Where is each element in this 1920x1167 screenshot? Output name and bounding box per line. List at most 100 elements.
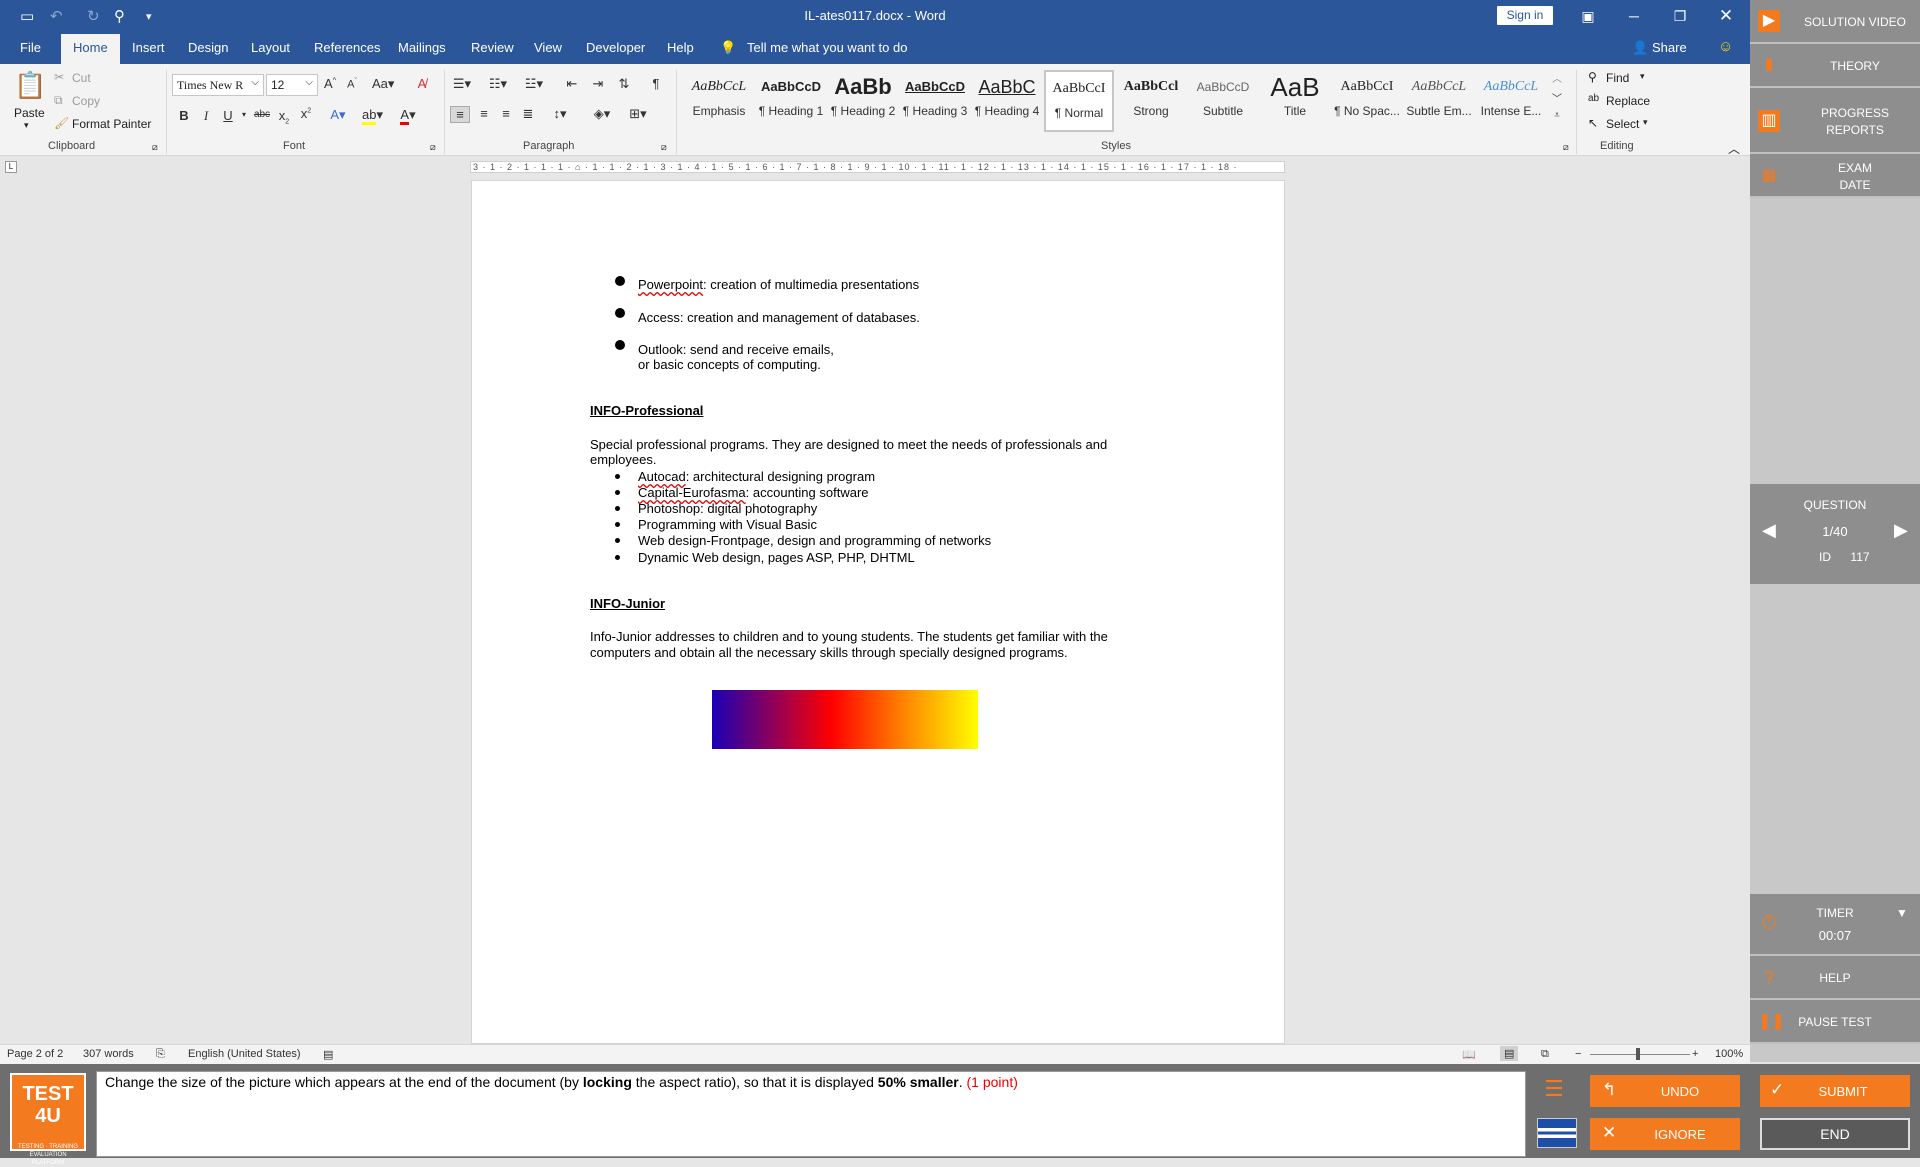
increase-indent-icon[interactable]: ⇥ xyxy=(588,76,608,92)
tab-help[interactable]: Help xyxy=(667,40,694,55)
exam-date-button[interactable]: ▦ EXAM DATE xyxy=(1750,154,1920,198)
language-indicator[interactable]: English (United States) xyxy=(188,1048,301,1060)
align-right-button[interactable]: ≡ xyxy=(496,106,516,121)
page-indicator[interactable]: Page 2 of 2 xyxy=(7,1048,63,1060)
gradient-picture[interactable] xyxy=(712,690,978,749)
tab-references[interactable]: References xyxy=(314,40,380,55)
borders-icon[interactable]: ⊞▾ xyxy=(628,106,648,122)
progress-reports-button[interactable]: ▥ PROGRESS REPORTS xyxy=(1750,88,1920,154)
tab-design[interactable]: Design xyxy=(188,40,228,55)
style-heading-4[interactable]: AaBbC ¶ Heading 4 xyxy=(972,70,1042,132)
line-spacing-icon[interactable]: ↕▾ xyxy=(550,106,570,122)
align-center-button[interactable]: ≡ xyxy=(474,106,494,121)
clipboard-launcher-icon[interactable]: ⧄ xyxy=(152,142,158,153)
theory-button[interactable]: ▮ THEORY xyxy=(1750,44,1920,88)
chevron-down-icon[interactable]: ⌵ xyxy=(251,77,259,88)
share-button[interactable]: Share xyxy=(1652,40,1687,55)
italic-button[interactable]: I xyxy=(196,108,216,124)
shrink-font-icon[interactable]: Aˇ xyxy=(342,78,362,91)
copy-button[interactable]: Copy xyxy=(72,94,100,108)
ribbon-display-icon[interactable]: ▣ xyxy=(1573,4,1603,28)
submit-button[interactable]: ✓ SUBMIT xyxy=(1760,1075,1910,1107)
bullets-icon[interactable]: ☰▾ xyxy=(452,76,472,92)
select-button[interactable]: Select xyxy=(1606,117,1639,131)
change-case-icon[interactable]: Aa▾ xyxy=(372,76,394,92)
strikethrough-button[interactable]: abc xyxy=(252,109,272,120)
zoom-slider[interactable] xyxy=(1590,1054,1690,1055)
superscript-button[interactable]: x2 xyxy=(296,106,316,121)
sign-in-button[interactable]: Sign in xyxy=(1497,6,1553,25)
undo-button[interactable]: ↰ UNDO xyxy=(1590,1075,1740,1107)
paste-dropdown-icon[interactable]: ▾ xyxy=(24,120,29,131)
styles-more-icon[interactable]: ⩡ xyxy=(1547,110,1567,121)
ignore-button[interactable]: ✕ IGNORE xyxy=(1590,1118,1740,1150)
text-effects-icon[interactable]: A▾ xyxy=(328,107,348,123)
next-question-icon[interactable]: ▶ xyxy=(1894,520,1908,541)
tab-layout[interactable]: Layout xyxy=(251,40,290,55)
tell-me-input[interactable]: Tell me what you want to do xyxy=(747,40,907,55)
style-subtitle[interactable]: AaBbCcD Subtitle xyxy=(1188,70,1258,132)
web-layout-icon[interactable]: ⧉ xyxy=(1541,1048,1549,1061)
decrease-indent-icon[interactable]: ⇤ xyxy=(562,76,582,92)
chevron-down-icon[interactable]: ⌵ xyxy=(305,77,313,88)
chevron-down-icon[interactable]: ▼ xyxy=(1896,906,1908,920)
select-dropdown-icon[interactable]: ▾ xyxy=(1643,117,1648,128)
restore-icon[interactable]: ❐ xyxy=(1665,4,1695,28)
shading-icon[interactable]: ◈▾ xyxy=(592,106,612,122)
macro-icon[interactable]: ▤ xyxy=(323,1048,333,1061)
paste-button[interactable]: Paste xyxy=(14,106,45,120)
timer-panel[interactable]: ⏱ TIMER 00:07 ▼ xyxy=(1750,894,1920,956)
cut-button[interactable]: Cut xyxy=(72,71,91,85)
read-mode-icon[interactable]: 📖 xyxy=(1462,1048,1476,1061)
zoom-slider-thumb[interactable] xyxy=(1636,1048,1640,1060)
replace-button[interactable]: Replace xyxy=(1606,94,1650,108)
end-button[interactable]: END xyxy=(1760,1118,1910,1150)
show-marks-icon[interactable]: ¶ xyxy=(646,76,666,91)
tab-home[interactable]: Home xyxy=(61,34,120,64)
print-layout-icon[interactable]: ▤ xyxy=(1500,1046,1519,1061)
tab-selector-icon[interactable]: L xyxy=(5,161,17,173)
style-strong[interactable]: AaBbCcl Strong xyxy=(1116,70,1186,132)
highlight-icon[interactable]: ab▾ xyxy=(362,107,383,125)
share-icon[interactable]: 👤 xyxy=(1632,40,1648,56)
style-heading-2[interactable]: AaBb ¶ Heading 2 xyxy=(828,70,898,132)
word-count[interactable]: 307 words xyxy=(83,1048,134,1060)
tab-mailings[interactable]: Mailings xyxy=(398,40,446,55)
previous-question-icon[interactable]: ◀ xyxy=(1762,520,1776,541)
paste-icon[interactable]: 📋 xyxy=(14,70,46,101)
style-heading-1[interactable]: AaBbCcD ¶ Heading 1 xyxy=(756,70,826,132)
zoom-in-icon[interactable]: + xyxy=(1692,1048,1698,1060)
subscript-button[interactable]: x2 xyxy=(274,108,294,126)
style-title[interactable]: AaB Title xyxy=(1260,70,1330,132)
tab-file[interactable]: File xyxy=(20,40,41,55)
tab-view[interactable]: View xyxy=(534,40,562,55)
style-subtle-emphasis[interactable]: AaBbCcL Subtle Em... xyxy=(1404,70,1474,132)
proofing-icon[interactable]: ⎘ xyxy=(156,1048,165,1061)
horizontal-ruler[interactable]: 3 · 1 · 2 · 1 · 1 · 1 · ⌂ · 1 · 1 · 2 · … xyxy=(470,161,1285,173)
tab-review[interactable]: Review xyxy=(471,40,514,55)
grow-font-icon[interactable]: A^ xyxy=(320,76,340,91)
numbering-icon[interactable]: ☷▾ xyxy=(488,76,508,92)
pause-test-button[interactable]: ❚❚ PAUSE TEST xyxy=(1750,1000,1920,1044)
solution-video-button[interactable]: ▶ SOLUTION VIDEO xyxy=(1750,0,1920,44)
tab-developer[interactable]: Developer xyxy=(586,40,645,55)
styles-scroll-up-icon[interactable]: ︿ xyxy=(1547,70,1567,85)
close-icon[interactable]: ✕ xyxy=(1711,4,1741,28)
sort-icon[interactable]: ⇅ xyxy=(614,76,634,92)
font-launcher-icon[interactable]: ⧄ xyxy=(430,142,436,153)
language-flag-icon[interactable] xyxy=(1537,1118,1577,1148)
smiley-icon[interactable]: ☺ xyxy=(1718,38,1733,55)
font-color-icon[interactable]: A▾ xyxy=(398,107,418,125)
justify-button[interactable]: ≣ xyxy=(518,106,538,122)
style-normal[interactable]: AaBbCcI ¶ Normal xyxy=(1044,70,1114,132)
style-no-spacing[interactable]: AaBbCcI ¶ No Spac... xyxy=(1332,70,1402,132)
clear-formatting-icon[interactable]: A̸ xyxy=(412,76,432,91)
find-dropdown-icon[interactable]: ▾ xyxy=(1640,71,1645,82)
collapse-ribbon-icon[interactable]: ︿ xyxy=(1728,140,1740,157)
format-painter-button[interactable]: Format Painter xyxy=(72,117,151,131)
zoom-out-icon[interactable]: − xyxy=(1575,1048,1581,1060)
style-intense-emphasis[interactable]: AaBbCcL Intense E... xyxy=(1476,70,1546,132)
font-size-input[interactable]: 12 ⌵ xyxy=(266,74,318,96)
help-button[interactable]: ? HELP xyxy=(1750,956,1920,1000)
style-heading-3[interactable]: AaBbCcD ¶ Heading 3 xyxy=(900,70,970,132)
